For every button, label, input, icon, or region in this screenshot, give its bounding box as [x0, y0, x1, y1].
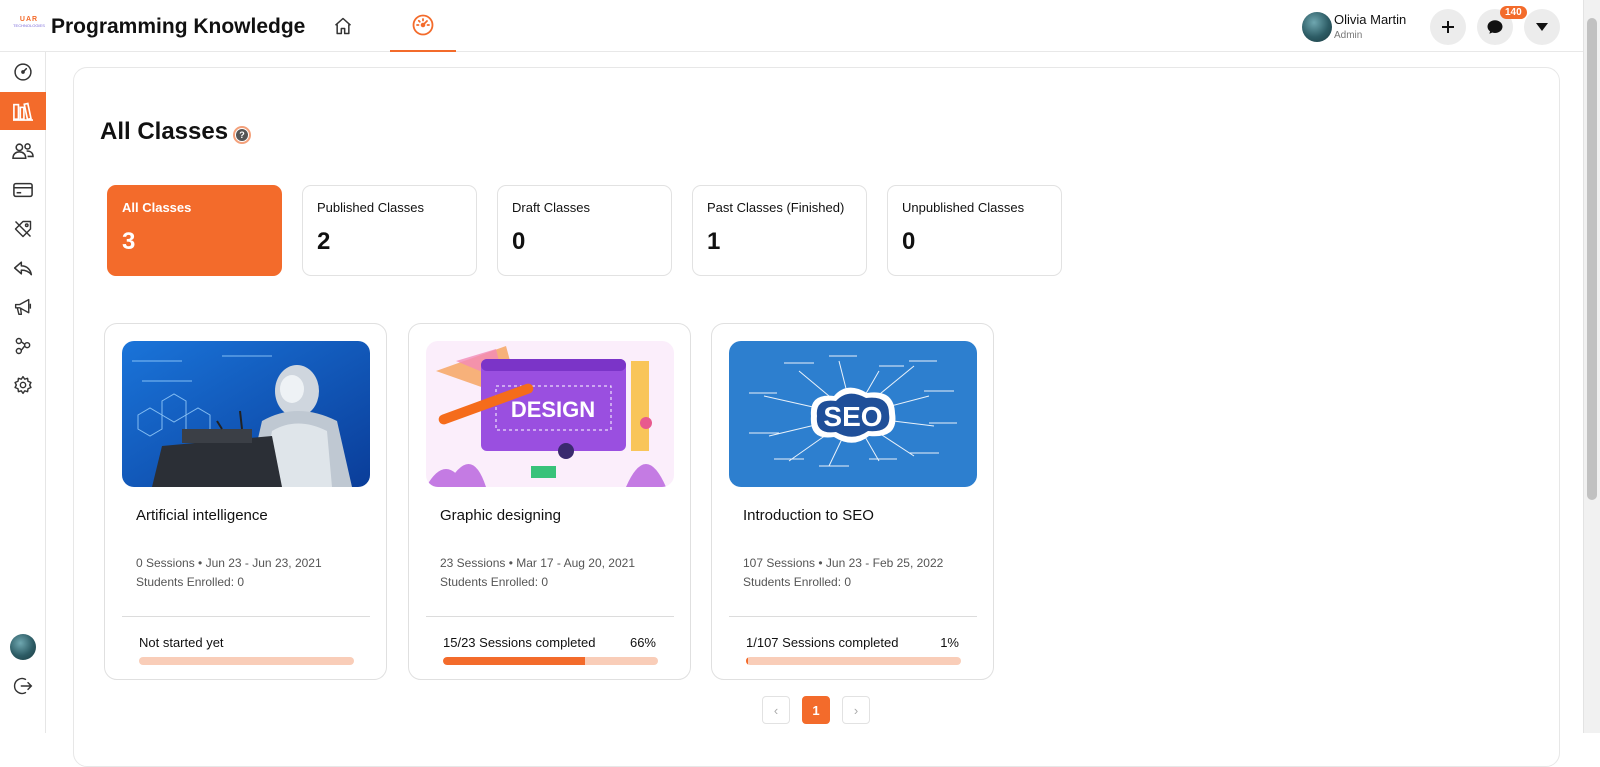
help-glyph: ? [236, 129, 248, 141]
class-card[interactable]: Artificial intelligence 0 Sessions • Jun… [104, 323, 387, 680]
seo-image-text: SEO [823, 401, 882, 432]
sidebar-item-announcements[interactable] [0, 288, 46, 326]
user-name: Olivia Martin [1334, 12, 1407, 27]
nav-tab-dashboard[interactable] [390, 0, 456, 52]
class-enrolled: Students Enrolled: 0 [743, 575, 852, 589]
sidebar-item-classes[interactable] [0, 92, 46, 130]
sidebar-item-reply[interactable] [0, 249, 46, 287]
sidebar [0, 52, 46, 733]
speedometer-icon [412, 14, 434, 36]
stat-card-all-classes[interactable]: All Classes 3 [107, 185, 282, 276]
stat-label: Published Classes [317, 200, 424, 215]
sidebar-item-integrations[interactable] [0, 327, 46, 365]
top-bar: UAR TECHNOLOGIES Programming Knowledge O… [0, 0, 1583, 52]
avatar [10, 634, 36, 660]
progress-bar [443, 657, 658, 665]
chat-icon [1487, 20, 1503, 34]
sidebar-item-users[interactable] [0, 132, 46, 170]
sidebar-item-dashboard[interactable] [0, 53, 46, 91]
tag-icon [14, 220, 32, 238]
class-enrolled: Students Enrolled: 0 [136, 575, 245, 589]
pagination-page-button[interactable]: 1 [802, 696, 830, 724]
dropdown-button[interactable] [1524, 9, 1560, 45]
sidebar-profile[interactable] [0, 628, 46, 666]
progress-bar [139, 657, 354, 665]
notification-badge: 140 [1500, 6, 1527, 19]
stat-card-draft-classes[interactable]: Draft Classes 0 [497, 185, 672, 276]
stat-label: All Classes [122, 200, 192, 215]
class-card[interactable]: DESIGN Graphic designing 23 Sessions • M… [408, 323, 691, 680]
users-icon [12, 143, 34, 160]
sidebar-item-coupons[interactable] [0, 210, 46, 248]
divider [729, 616, 977, 617]
nav-tab-home[interactable] [326, 0, 360, 52]
stat-value: 3 [122, 228, 136, 255]
plus-icon [1442, 21, 1454, 33]
class-meta: 107 Sessions • Jun 23 - Feb 25, 2022 [743, 556, 944, 570]
progress-fill [443, 657, 585, 665]
sidebar-item-settings[interactable] [0, 366, 46, 404]
stat-value: 0 [512, 228, 526, 255]
sidebar-item-payments[interactable] [0, 171, 46, 209]
progress-label: 15/23 Sessions completed [443, 635, 596, 650]
logout-icon [13, 677, 33, 695]
logo-subtext: TECHNOLOGIES [13, 23, 45, 28]
stat-label: Unpublished Classes [902, 200, 1025, 215]
pagination-next-button[interactable]: › [842, 696, 870, 724]
class-image-design[interactable]: DESIGN [426, 341, 674, 487]
megaphone-icon [14, 298, 32, 316]
class-enrolled: Students Enrolled: 0 [440, 575, 549, 589]
stat-value: 2 [317, 228, 331, 255]
divider [122, 616, 370, 617]
help-icon[interactable]: ? [233, 126, 251, 144]
class-card[interactable]: SEO Introduction to SEO 107 Sessions • J… [711, 323, 994, 680]
class-title[interactable]: Graphic designing [440, 507, 561, 524]
stat-value: 1 [707, 228, 721, 255]
logo-text: UAR [19, 16, 39, 23]
gear-icon [14, 375, 32, 395]
sidebar-logout[interactable] [0, 667, 46, 705]
vertical-scrollbar[interactable] [1583, 0, 1600, 733]
class-image-ai[interactable] [122, 341, 370, 487]
design-image-text: DESIGN [511, 397, 595, 422]
stat-value: 0 [902, 228, 916, 255]
divider [426, 616, 674, 617]
user-menu[interactable]: Olivia Martin Admin [1302, 12, 1406, 42]
progress-label: 1/107 Sessions completed [746, 635, 899, 650]
progress-percent: 66% [629, 635, 656, 650]
class-meta: 23 Sessions • Mar 17 - Aug 20, 2021 [440, 556, 635, 570]
stat-label: Draft Classes [512, 200, 591, 215]
brand-logo[interactable]: UAR TECHNOLOGIES [12, 16, 46, 36]
scrollbar-thumb[interactable] [1587, 18, 1597, 500]
add-button[interactable] [1430, 9, 1466, 45]
progress-bar [746, 657, 961, 665]
class-title[interactable]: Introduction to SEO [743, 507, 874, 524]
stat-card-published-classes[interactable]: Published Classes 2 [302, 185, 477, 276]
network-icon [15, 337, 31, 355]
class-meta: 0 Sessions • Jun 23 - Jun 23, 2021 [136, 556, 322, 570]
caret-down-icon [1536, 23, 1548, 31]
class-image-seo[interactable]: SEO [729, 341, 977, 487]
stat-card-past-classes[interactable]: Past Classes (Finished) 1 [692, 185, 867, 276]
library-icon [12, 102, 33, 121]
avatar [1302, 12, 1332, 42]
user-role: Admin [1334, 30, 1363, 41]
stat-label: Past Classes (Finished) [707, 200, 845, 215]
credit-card-icon [13, 182, 33, 198]
speedometer-icon [14, 63, 32, 81]
home-icon [335, 17, 351, 35]
progress-fill [746, 657, 749, 665]
page-title: All Classes [100, 118, 229, 145]
progress-percent: 1% [940, 635, 959, 650]
stat-card-unpublished-classes[interactable]: Unpublished Classes 0 [887, 185, 1062, 276]
app-title: Programming Knowledge [51, 15, 306, 38]
pagination-prev-button[interactable]: ‹ [762, 696, 790, 724]
reply-icon [13, 261, 33, 276]
progress-label: Not started yet [139, 635, 224, 650]
class-title[interactable]: Artificial intelligence [136, 507, 268, 524]
